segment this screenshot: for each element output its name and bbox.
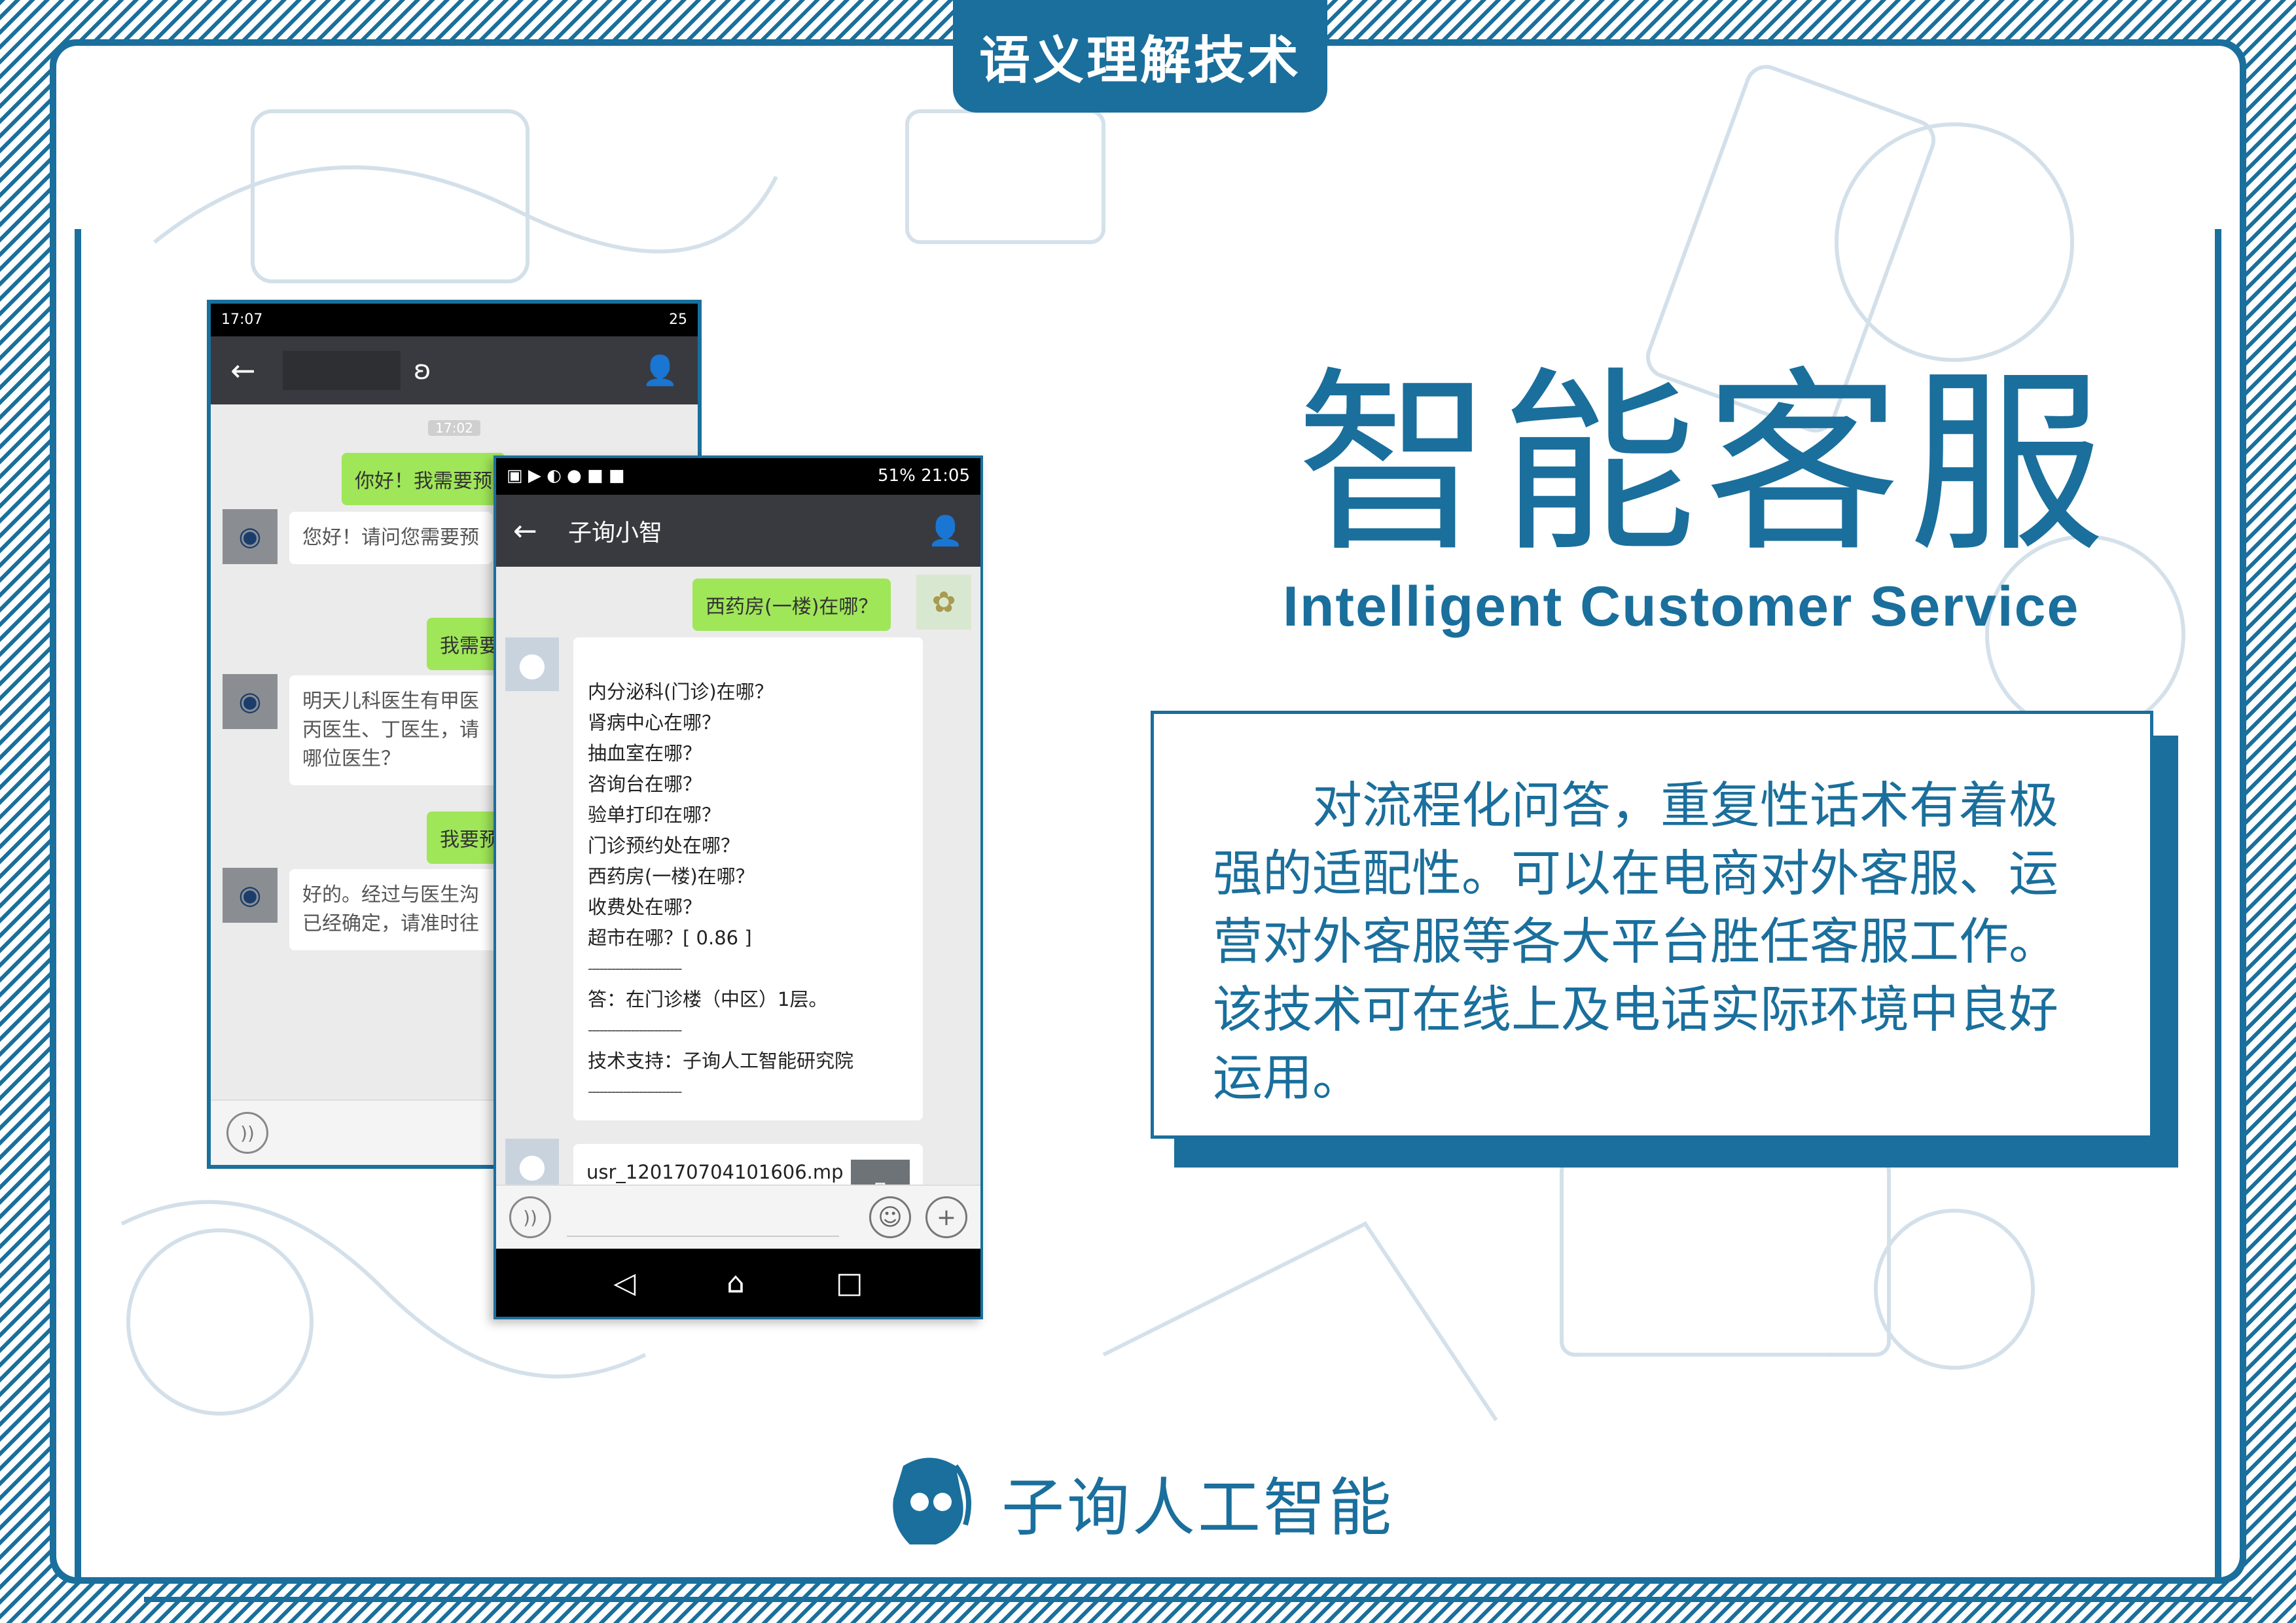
status-bar: ▣ ▶ ◐ ● ■ ■ 51% 21:05 xyxy=(496,458,980,495)
emoji-icon[interactable]: ☺ xyxy=(869,1196,911,1238)
android-nav-bar: ◁ ⌂ □ xyxy=(496,1249,980,1317)
answer-text: 答：在门诊楼（中区）1层。 xyxy=(588,988,828,1010)
chat-name: 子询小智 xyxy=(568,520,663,546)
person-icon[interactable]: 👤 xyxy=(927,514,963,548)
answer-line: 收费处在哪？ xyxy=(588,896,702,918)
answer-line: 西药房(一楼)在哪？ xyxy=(588,865,755,887)
answer-line: 门诊预约处在哪？ xyxy=(588,834,740,857)
user-message: 你好！我需要预 xyxy=(342,453,505,505)
robot-head-icon xyxy=(893,1457,971,1544)
answer-line: 肾病中心在哪？ xyxy=(588,711,721,734)
left-accent-line xyxy=(75,229,81,1577)
bot-message: 明天儿科医生有甲医 丙医生、丁医生，请 哪位医生？ xyxy=(289,675,499,785)
status-time: 17:07 xyxy=(221,312,263,328)
separator: ------------------------ xyxy=(588,961,683,977)
status-right: 51% 21:05 xyxy=(878,466,970,486)
page-title: 智能客服 xyxy=(1296,350,2113,579)
back-arrow-icon[interactable]: ← xyxy=(230,353,283,388)
page-subtitle: Intelligent Customer Service xyxy=(1283,575,2080,638)
separator: ------------------------ xyxy=(588,1022,683,1039)
section-tab-label: 语义理解技术 xyxy=(978,31,1301,90)
chat-input-bar: )) ☺ + xyxy=(496,1185,980,1249)
voice-icon[interactable]: )) xyxy=(509,1196,551,1238)
right-accent-line xyxy=(2215,229,2221,1577)
message-input[interactable] xyxy=(567,1198,839,1237)
bot-message: 好的。经过与医生沟 已经确定，请准时往 xyxy=(289,869,499,950)
person-icon[interactable]: 👤 xyxy=(642,353,678,387)
message-timestamp: 17:02 xyxy=(428,420,480,436)
back-arrow-icon[interactable]: ← xyxy=(513,514,568,548)
bot-answer-bubble: 内分泌科(门诊)在哪？ 肾病中心在哪？ 抽血室在哪？ 咨询台在哪？ 验单打印在哪… xyxy=(573,637,923,1120)
separator: ------------------------ xyxy=(588,1084,683,1100)
user-avatar-icon: ✿ xyxy=(916,575,971,630)
status-bar: 17:07 25 xyxy=(211,304,698,336)
earpiece-icon: ʚ xyxy=(414,355,431,385)
tech-support: 技术支持：子询人工智能研究院 xyxy=(588,1050,854,1072)
plus-icon[interactable]: + xyxy=(925,1196,967,1238)
nav-home-icon[interactable]: ⌂ xyxy=(726,1266,745,1300)
answer-line: 咨询台在哪？ xyxy=(588,773,702,795)
bot-avatar-icon: ◉ xyxy=(223,674,278,729)
answer-line: 超市在哪？[ 0.86 ] xyxy=(588,927,752,949)
redacted-chat-name xyxy=(283,351,401,390)
bot-avatar-icon: ● xyxy=(505,637,559,691)
chat-header: ← ʚ 👤 xyxy=(211,336,698,404)
user-question: 西药房(一楼)在哪？ xyxy=(692,579,891,631)
chat-header: ← 子询小智 👤 xyxy=(496,495,980,567)
description-text: 对流程化问答，重复性话术有着极强的适配性。可以在电商对外客服、运营对外客服等各大… xyxy=(1213,776,2058,1107)
status-battery: 25 xyxy=(669,312,687,328)
answer-line: 验单打印在哪？ xyxy=(588,804,721,826)
brand-name: 子询人工智能 xyxy=(1001,1471,1394,1544)
nav-recents-icon[interactable]: □ xyxy=(836,1266,863,1300)
brand-logo: 子询人工智能 xyxy=(884,1453,1394,1551)
description-box: 对流程化问答，重复性话术有着极强的适配性。可以在电商对外客服、运营对外客服等各大… xyxy=(1151,711,2153,1139)
phone-screenshot-front: ▣ ▶ ◐ ● ■ ■ 51% 21:05 ← 子询小智 👤 西药房(一楼)在哪… xyxy=(493,455,983,1319)
answer-line: 内分泌科(门诊)在哪？ xyxy=(588,681,774,703)
bot-message: 您好！请问您需要预 xyxy=(289,512,492,564)
bottom-accent-line xyxy=(144,1597,2251,1602)
answer-line: 抽血室在哪？ xyxy=(588,742,702,764)
section-tab: 语义理解技术 xyxy=(953,0,1327,113)
voice-icon[interactable]: )) xyxy=(226,1112,268,1154)
status-icons: ▣ ▶ ◐ ● ■ ■ xyxy=(507,466,625,486)
nav-back-icon[interactable]: ◁ xyxy=(613,1266,636,1300)
bot-avatar-icon: ◉ xyxy=(223,868,278,923)
bot-avatar-icon: ◉ xyxy=(223,509,278,564)
